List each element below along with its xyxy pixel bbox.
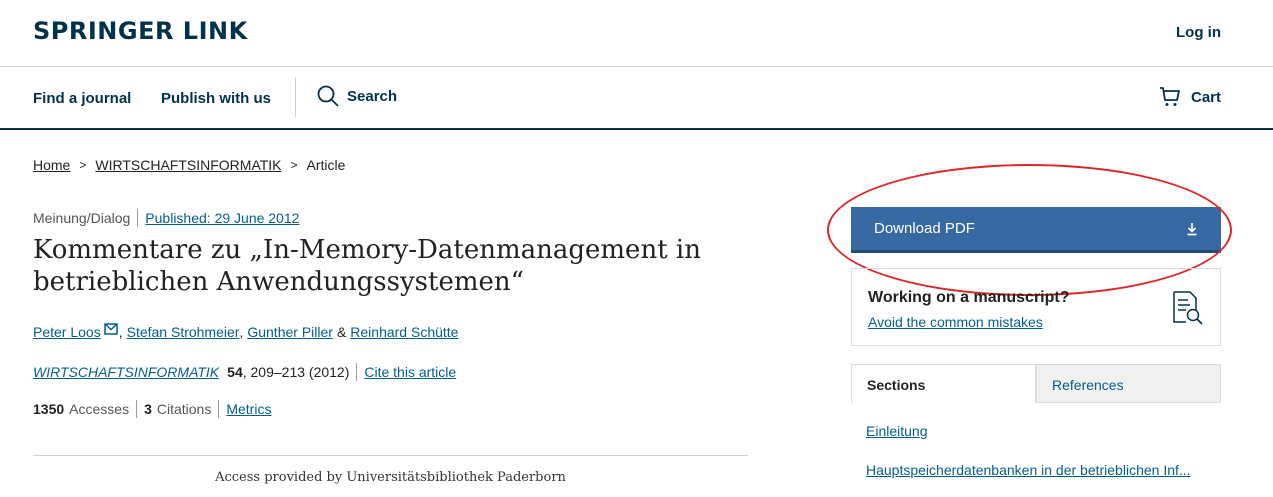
breadcrumb-journal[interactable]: WIRTSCHAFTSINFORMATIK bbox=[95, 157, 281, 173]
top-bar: SPRINGER LINK Log in bbox=[0, 0, 1273, 67]
nav-divider bbox=[295, 77, 296, 117]
cart-button[interactable]: Cart bbox=[1159, 86, 1221, 108]
chevron-right-icon: > bbox=[290, 158, 298, 172]
breadcrumb-home[interactable]: Home bbox=[33, 157, 70, 173]
cart-label: Cart bbox=[1190, 88, 1221, 106]
author-separator: & bbox=[336, 324, 347, 340]
article-title: Kommentare zu „In-Memory-Datenmanagement… bbox=[33, 235, 701, 297]
breadcrumb-current: Article bbox=[306, 157, 346, 173]
download-pdf-button[interactable]: Download PDF bbox=[851, 207, 1221, 253]
meta-divider bbox=[218, 400, 220, 418]
publish-link[interactable]: Publish with us bbox=[161, 90, 271, 107]
envelope-icon[interactable] bbox=[103, 323, 118, 335]
manuscript-title: Working on a manuscript? bbox=[868, 289, 1070, 306]
article-type: Meinung/Dialog bbox=[33, 210, 131, 226]
author-separator: , bbox=[239, 324, 244, 340]
meta-divider bbox=[356, 363, 358, 381]
author-list: Peter Loos , Stefan Strohmeier , Gunther… bbox=[33, 323, 458, 341]
sidebar-tabs: Sections References bbox=[851, 364, 1221, 403]
citations-count: 3 bbox=[144, 401, 152, 417]
cite-article-link[interactable]: Cite this article bbox=[364, 364, 456, 380]
author-link[interactable]: Reinhard Schütte bbox=[350, 324, 458, 340]
section-link[interactable]: Einleitung bbox=[866, 423, 928, 439]
content-divider bbox=[33, 455, 748, 456]
author-link[interactable]: Gunther Piller bbox=[247, 324, 333, 340]
section-link[interactable]: Hauptspeicherdatenbanken in der betriebl… bbox=[866, 462, 1191, 478]
springer-link-logo[interactable]: SPRINGER LINK bbox=[33, 17, 248, 45]
accesses-label: Accesses bbox=[69, 401, 130, 417]
metrics-link[interactable]: Metrics bbox=[226, 401, 271, 417]
nav-bar: Find a journal Publish with us Search Ca… bbox=[0, 67, 1273, 130]
author-link[interactable]: Stefan Strohmeier bbox=[127, 324, 240, 340]
download-icon bbox=[1187, 222, 1197, 235]
article-meta: Meinung/Dialog Published: 29 June 2012 bbox=[33, 209, 299, 227]
article-metrics: 1350 Accesses 3 Citations Metrics bbox=[33, 400, 271, 418]
citation-line: WIRTSCHAFTSINFORMATIK 54 , 209–213 (2012… bbox=[33, 363, 456, 381]
find-journal-link[interactable]: Find a journal bbox=[33, 90, 131, 107]
document-search-icon bbox=[1173, 291, 1203, 325]
tab-sections[interactable]: Sections bbox=[851, 364, 1036, 403]
login-link[interactable]: Log in bbox=[1176, 24, 1221, 41]
journal-link[interactable]: WIRTSCHAFTSINFORMATIK bbox=[33, 364, 219, 380]
breadcrumb: Home > WIRTSCHAFTSINFORMATIK > Article bbox=[33, 157, 345, 173]
published-date-link[interactable]: Published: 29 June 2012 bbox=[145, 210, 299, 226]
cart-icon bbox=[1159, 87, 1180, 106]
citations-label: Citations bbox=[156, 401, 212, 417]
search-icon bbox=[317, 85, 339, 107]
volume: 54 bbox=[227, 364, 243, 380]
avoid-mistakes-link[interactable]: Avoid the common mistakes bbox=[868, 314, 1043, 330]
chevron-right-icon: > bbox=[79, 158, 87, 172]
manuscript-box: Working on a manuscript? Avoid the commo… bbox=[851, 268, 1221, 346]
search-label: Search bbox=[347, 87, 398, 105]
author-link[interactable]: Peter Loos bbox=[33, 324, 101, 340]
search-button[interactable]: Search bbox=[317, 85, 397, 107]
pages-year: , 209–213 (2012) bbox=[242, 364, 350, 380]
tab-references[interactable]: References bbox=[1036, 364, 1221, 403]
download-pdf-label: Download PDF bbox=[874, 220, 975, 237]
access-provided-text: Access provided by Universitätsbibliothe… bbox=[215, 470, 566, 485]
meta-divider bbox=[137, 209, 139, 227]
author-separator: , bbox=[118, 324, 123, 340]
meta-divider bbox=[136, 400, 138, 418]
accesses-count: 1350 bbox=[33, 401, 65, 417]
